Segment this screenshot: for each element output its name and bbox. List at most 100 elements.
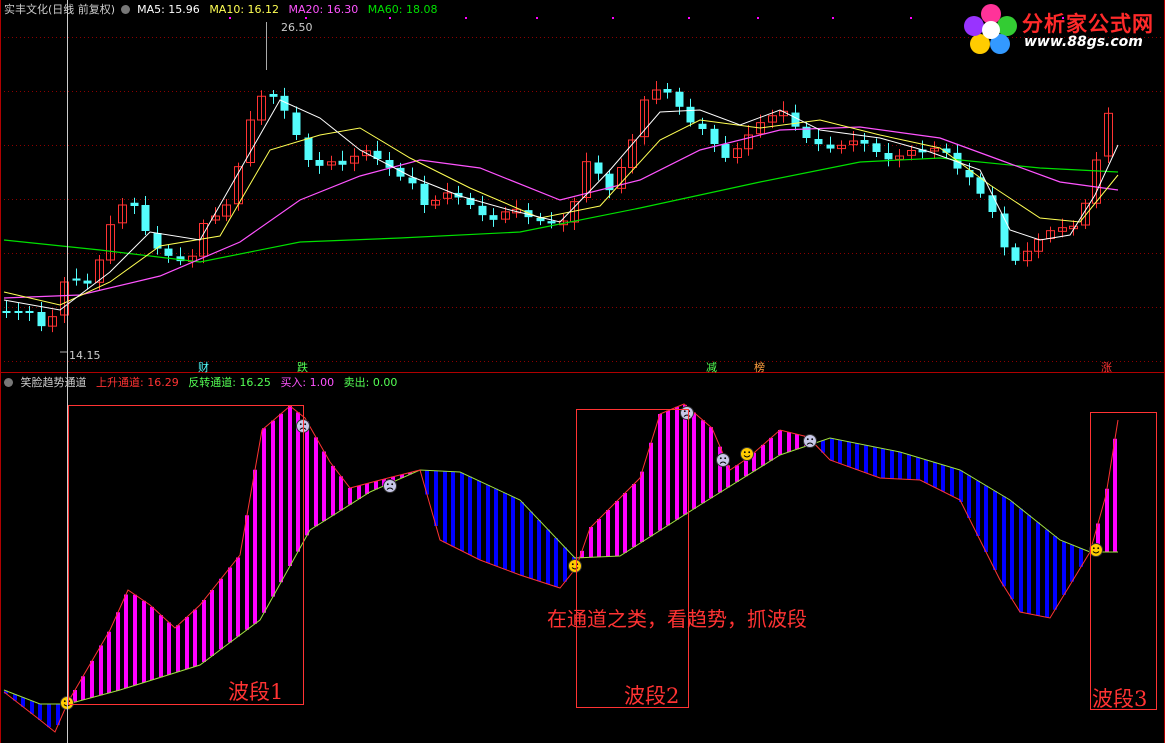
wave-label-2: 波段2 xyxy=(624,684,680,708)
candle-body-down xyxy=(72,278,81,281)
face-eye xyxy=(391,483,394,486)
high-price-label: 26.50 xyxy=(281,21,313,34)
candle-body-down xyxy=(547,221,556,224)
candle-body-down xyxy=(130,202,139,206)
candle-body-down xyxy=(860,140,869,144)
wave-label-1: 波段1 xyxy=(228,680,284,704)
face-circle xyxy=(740,447,754,461)
event-flag-ranking[interactable]: 榜 xyxy=(754,359,765,375)
sell-label: 卖出: xyxy=(343,376,370,389)
settings-circle-icon[interactable] xyxy=(120,5,130,14)
marker-dot xyxy=(536,17,538,19)
marker-dot xyxy=(832,17,834,19)
candle-body-down xyxy=(988,195,997,212)
candle-body-down xyxy=(965,170,974,178)
low-price-label: 14.15 xyxy=(69,349,101,362)
face-eye xyxy=(683,410,686,413)
site-logo[interactable]: 分析家公式网 www.88gs.com xyxy=(962,2,1162,54)
smiley-sad-icon xyxy=(680,406,694,420)
face-eye xyxy=(386,483,389,486)
marker-dot xyxy=(910,17,912,19)
candle-body-down xyxy=(675,91,684,107)
face-eye xyxy=(743,451,746,454)
ma20-value: MA20: 16.30 xyxy=(288,3,359,16)
face-eye xyxy=(748,451,751,454)
face-circle xyxy=(680,406,694,420)
indicator-circle-icon[interactable] xyxy=(4,378,13,387)
candle-body-down xyxy=(420,183,429,205)
buy-value: 1.00 xyxy=(309,376,335,389)
candle-body-down xyxy=(2,311,11,313)
face-circle xyxy=(383,479,397,493)
event-flag-drop[interactable]: 跌 xyxy=(297,359,308,375)
smiley-sad-icon xyxy=(383,479,397,493)
stock-title[interactable]: 实丰文化(日线 前复权) xyxy=(4,3,115,16)
candle-body-down xyxy=(710,128,719,144)
candle-body-down xyxy=(25,311,34,313)
candle-body-down xyxy=(304,137,313,160)
candle-body-down xyxy=(292,112,301,135)
candle-body-down xyxy=(721,144,730,158)
candle-body-down xyxy=(489,215,498,220)
face-eye xyxy=(724,457,727,460)
marker-dot xyxy=(688,17,690,19)
candle-body-down xyxy=(686,106,695,123)
face-eye xyxy=(811,438,814,441)
candle-body-down xyxy=(1011,247,1020,261)
candle-body-down xyxy=(663,89,672,93)
reverse-channel-label: 反转通道: xyxy=(188,376,236,389)
marker-dot xyxy=(389,17,391,19)
candle-body-down xyxy=(83,280,92,284)
candle-body-down xyxy=(37,312,46,327)
face-eye xyxy=(571,563,574,566)
marker-dot xyxy=(612,17,614,19)
candle-body-down xyxy=(478,205,487,216)
indicator-title[interactable]: 笑脸趋势通道 xyxy=(21,376,87,389)
candle-body-down xyxy=(338,160,347,165)
reverse-channel-value: 16.25 xyxy=(239,376,271,389)
ma10-value: MA10: 16.12 xyxy=(209,3,280,16)
candle-body-down xyxy=(14,311,23,313)
up-channel-value: 16.29 xyxy=(147,376,179,389)
face-circle xyxy=(716,453,730,467)
face-circle xyxy=(1089,543,1103,557)
event-flag-rise[interactable]: 涨 xyxy=(1101,359,1112,375)
face-eye xyxy=(63,700,66,703)
candle-body-down xyxy=(884,153,893,160)
ma5-value: MA5: 15.96 xyxy=(137,3,200,16)
marker-dot xyxy=(229,17,231,19)
wave-label-3: 波段3 xyxy=(1092,687,1148,711)
candle-body-down xyxy=(141,205,150,231)
marker-dot xyxy=(757,17,759,19)
marker-dot xyxy=(305,17,307,19)
smiley-sad-icon xyxy=(716,453,730,467)
flower-logo-icon xyxy=(964,4,1017,54)
candle-body-down xyxy=(698,123,707,129)
face-eye xyxy=(304,423,307,426)
smiley-happy-icon xyxy=(568,559,582,573)
candle-body-down xyxy=(872,143,881,152)
face-eye xyxy=(806,438,809,441)
sell-value: 0.00 xyxy=(372,376,398,389)
main-chart-header: 实丰文化(日线 前复权) MA5: 15.96 MA10: 16.12 MA20… xyxy=(4,3,443,17)
indicator-header: 笑脸趋势通道 上升通道: 16.29 反转通道: 16.25 买入: 1.00 … xyxy=(4,376,403,390)
face-eye xyxy=(299,423,302,426)
face-circle xyxy=(568,559,582,573)
event-flag-reduce[interactable]: 减 xyxy=(706,359,717,375)
candle-body-down xyxy=(315,160,324,166)
smiley-sad-icon xyxy=(803,434,817,448)
candle-body-down xyxy=(164,248,173,256)
event-flag-finance[interactable]: 财 xyxy=(198,359,209,375)
strategy-annotation: 在通道之类，看趋势，抓波段 xyxy=(547,607,807,631)
face-circle xyxy=(803,434,817,448)
buy-label: 买入: xyxy=(280,376,307,389)
candle-body-down xyxy=(594,162,603,174)
logo-url: www.88gs.com xyxy=(1024,34,1143,50)
candle-body-down xyxy=(269,94,278,97)
face-eye xyxy=(1092,547,1095,550)
face-eye xyxy=(719,457,722,460)
candle-body-down xyxy=(826,144,835,149)
marker-dot xyxy=(465,17,467,19)
smiley-happy-icon xyxy=(1089,543,1103,557)
smiley-happy-icon xyxy=(740,447,754,461)
